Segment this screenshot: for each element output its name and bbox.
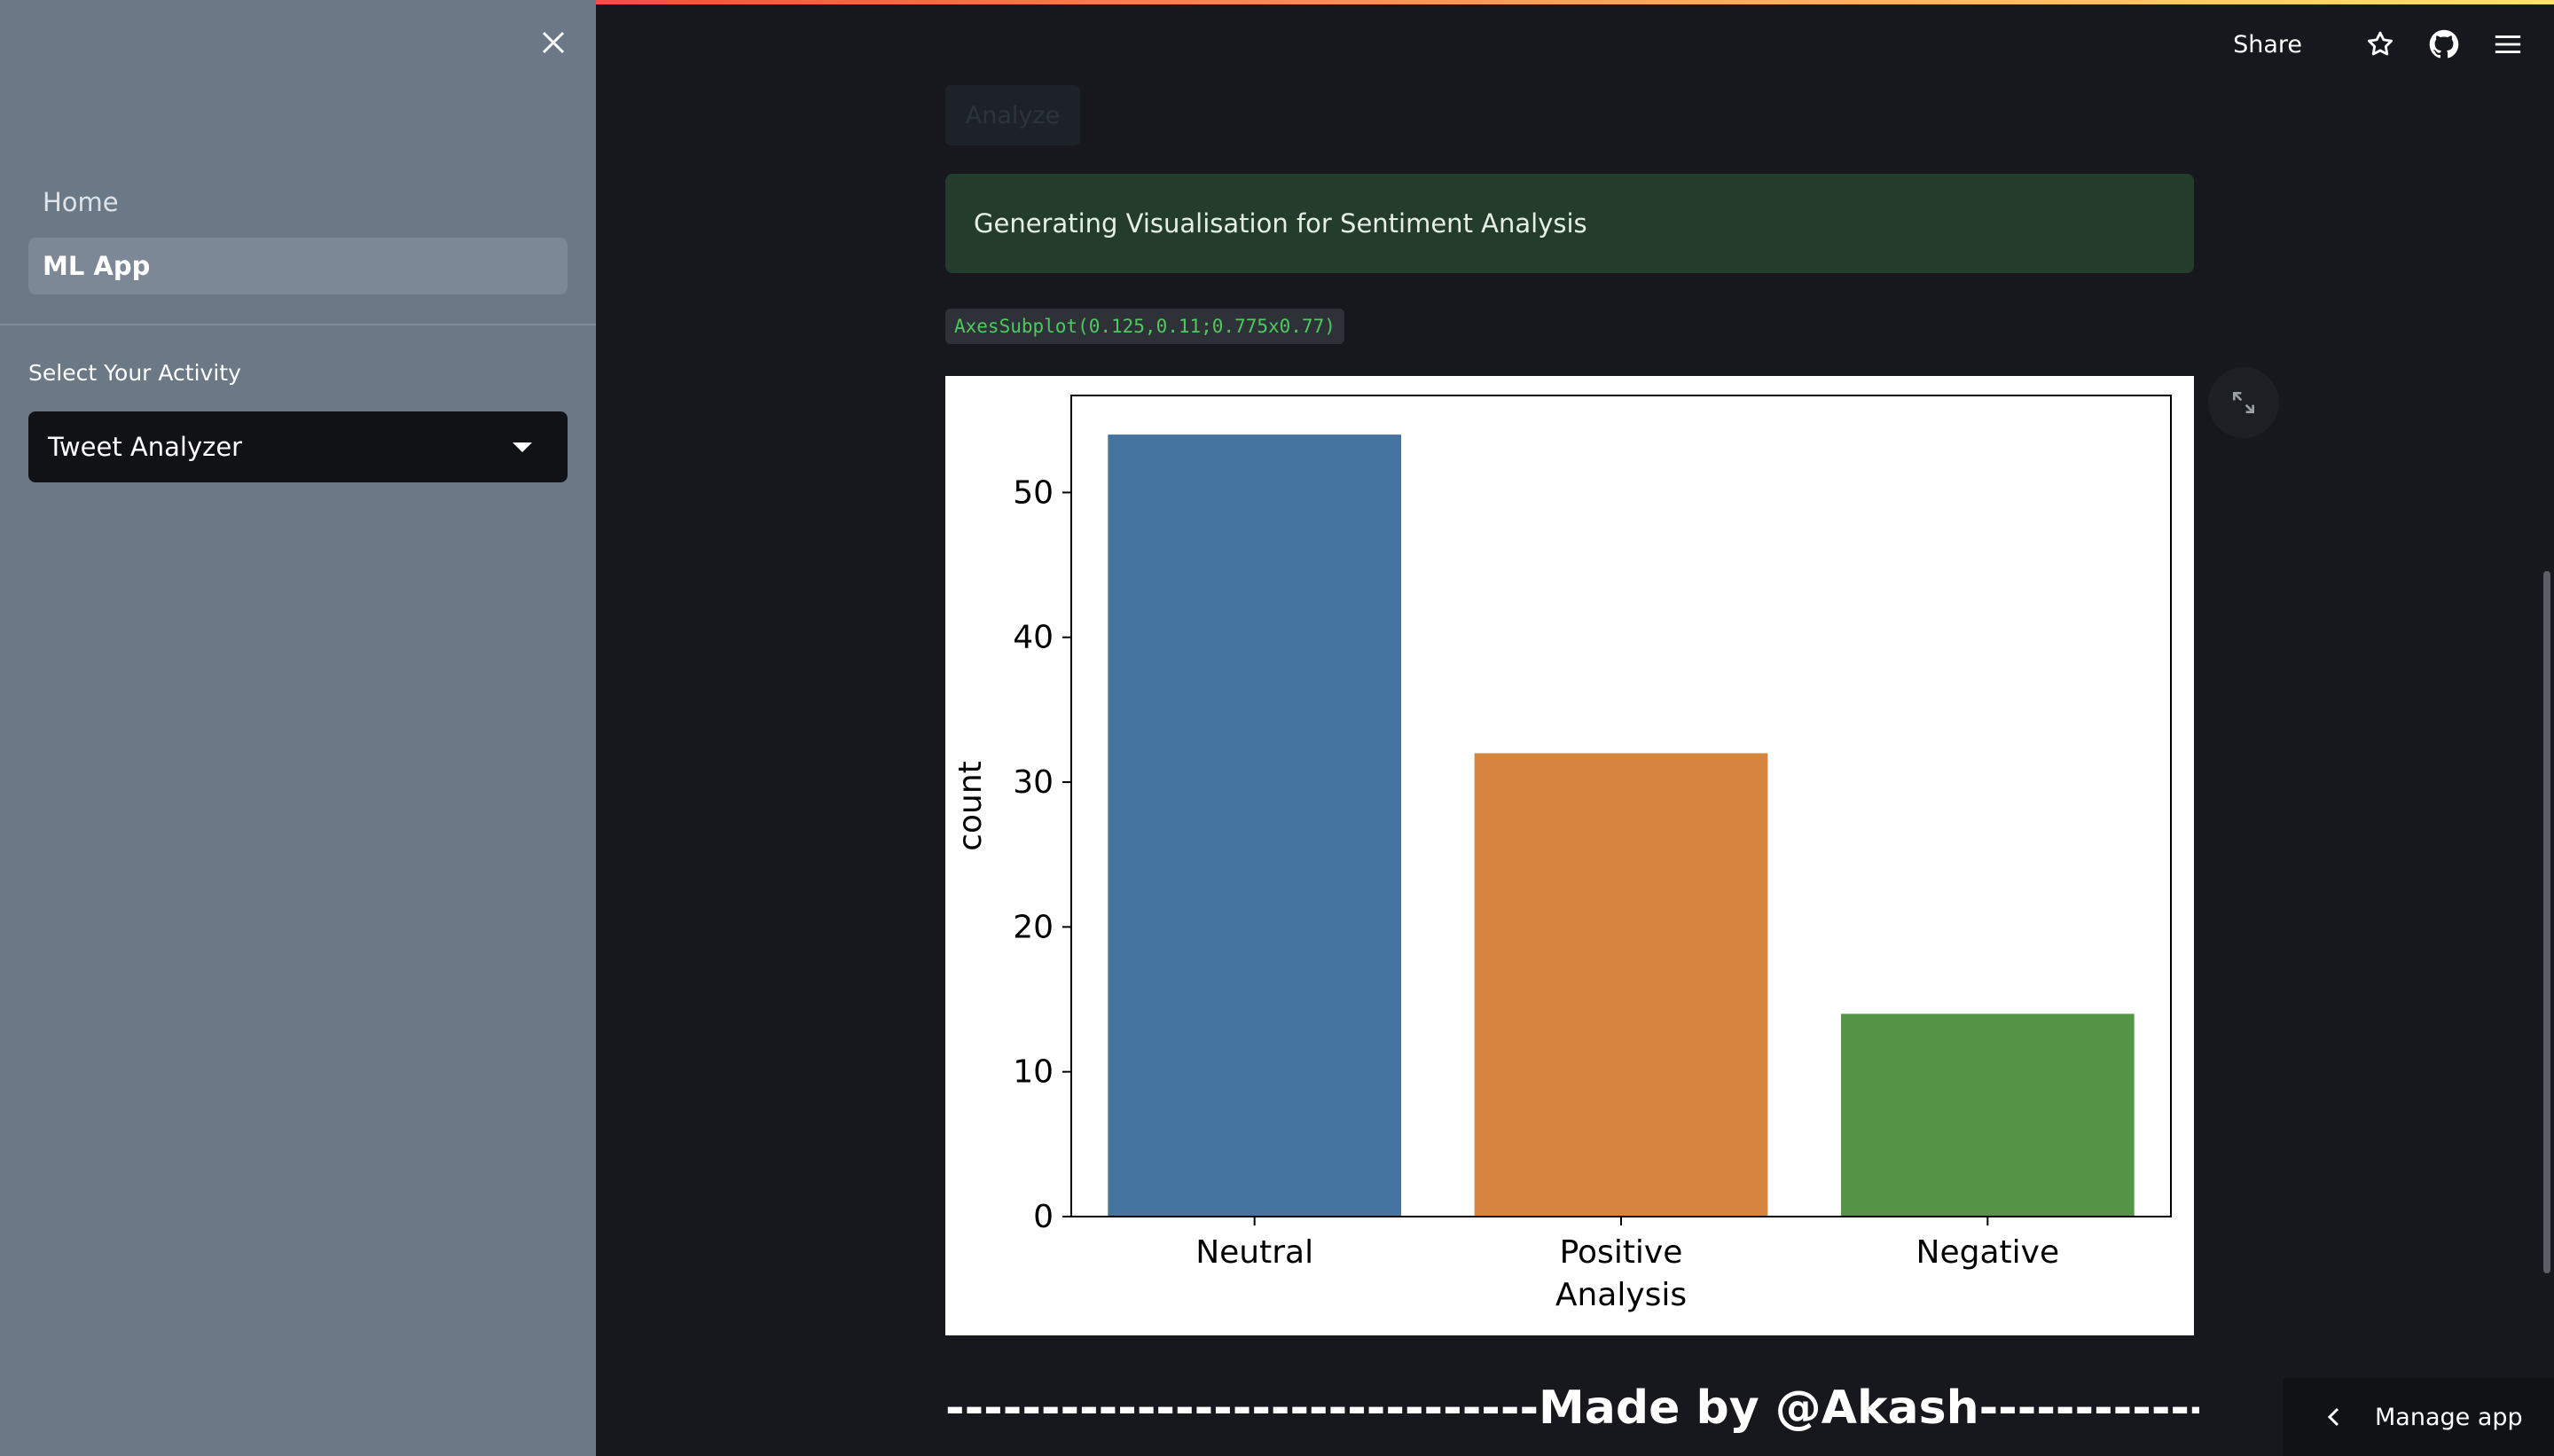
- x-axis-label: Analysis: [1555, 1277, 1687, 1313]
- star-icon: [2367, 31, 2393, 56]
- y-tick-label: 10: [1013, 1054, 1054, 1091]
- y-axis-label: count: [952, 761, 989, 851]
- analyze-button[interactable]: Analyze: [945, 85, 1080, 145]
- caret-down-icon: [513, 442, 532, 452]
- fullscreen-button[interactable]: [2208, 367, 2279, 438]
- activity-select-label: Select Your Activity: [28, 360, 241, 386]
- expand-icon: [2233, 392, 2254, 413]
- code-output: AxesSubplot(0.125,0.11;0.775x0.77): [945, 309, 1344, 344]
- github-icon: [2429, 29, 2459, 59]
- y-tick-label: 20: [1013, 909, 1054, 945]
- sidebar-item-ml-app[interactable]: ML App: [28, 238, 568, 294]
- sidebar-item-home[interactable]: Home: [28, 174, 568, 231]
- chevron-left-icon: [2327, 1407, 2339, 1427]
- activity-select-value: Tweet Analyzer: [48, 432, 243, 462]
- y-tick-label: 0: [1033, 1199, 1054, 1235]
- y-tick-label: 30: [1013, 764, 1054, 801]
- success-alert: Generating Visualisation for Sentiment A…: [945, 174, 2194, 273]
- chart-canvas: Neutral Positive Negative 0 10 20 30 40 50 Analy…: [952, 395, 2172, 1313]
- bar-neutral: [1108, 434, 1401, 1217]
- sidebar-divider: [0, 324, 596, 325]
- x-tick-label: Neutral: [1195, 1234, 1313, 1271]
- github-button[interactable]: [2425, 25, 2464, 64]
- bar-positive: [1474, 753, 1768, 1217]
- x-tick-label: Negative: [1916, 1234, 2060, 1271]
- main-menu-button[interactable]: [2488, 25, 2527, 64]
- y-tick-label: 40: [1013, 620, 1054, 656]
- activity-select[interactable]: Tweet Analyzer: [28, 411, 568, 482]
- favorite-button[interactable]: [2361, 25, 2400, 64]
- bar-negative: [1841, 1014, 2135, 1217]
- sidebar: Home ML App Select Your Activity Tweet A…: [0, 0, 596, 1456]
- header-decoration: [596, 0, 2554, 4]
- footer-credit: -------------------------------Made by @…: [945, 1382, 2199, 1435]
- bars-layer: [1108, 434, 2135, 1217]
- manage-app-button[interactable]: Manage app: [2283, 1378, 2554, 1456]
- alert-text: Generating Visualisation for Sentiment A…: [974, 208, 1587, 239]
- sidebar-item-label: ML App: [43, 251, 151, 281]
- sentiment-chart: Neutral Positive Negative 0 10 20 30 40 50 Analy…: [945, 376, 2194, 1335]
- x-tick-label: Positive: [1560, 1234, 1683, 1271]
- close-sidebar-button[interactable]: [536, 25, 571, 60]
- share-button[interactable]: Share: [2233, 31, 2302, 59]
- toolbar: Share: [2233, 21, 2527, 67]
- y-tick-label: 50: [1013, 474, 1054, 511]
- close-icon: [542, 31, 565, 54]
- hamburger-menu-icon: [2495, 35, 2521, 53]
- sidebar-item-label: Home: [43, 187, 119, 217]
- manage-app-label: Manage app: [2375, 1403, 2523, 1431]
- scrollbar-thumb[interactable]: [2543, 571, 2550, 1273]
